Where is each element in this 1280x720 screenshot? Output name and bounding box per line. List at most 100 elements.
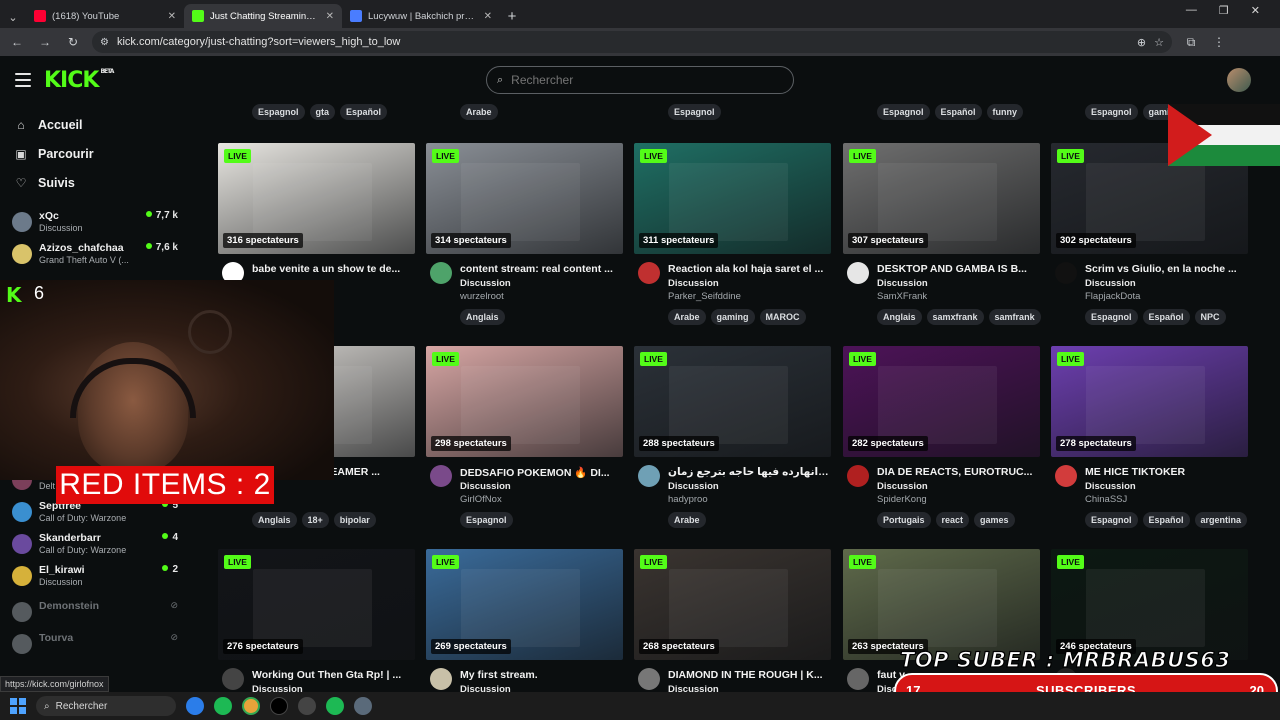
tag-chip[interactable]: samxfrank: [926, 309, 984, 325]
tag-chip[interactable]: Portugais: [877, 512, 931, 528]
streamer-avatar[interactable]: [430, 262, 452, 284]
back-icon[interactable]: ←: [8, 35, 26, 49]
extensions-icon[interactable]: ⧉: [1182, 35, 1200, 50]
streamer-avatar[interactable]: [430, 668, 452, 690]
url-text[interactable]: kick.com/category/just-chatting?sort=vie…: [117, 36, 1129, 48]
forward-icon[interactable]: →: [36, 35, 54, 49]
sidebar-nav-item[interactable]: ♡ Suivis: [14, 176, 75, 190]
sidebar-channel[interactable]: Demonstein ⊘: [12, 600, 178, 630]
search-input[interactable]: [511, 73, 772, 87]
stream-title[interactable]: babe venite a un show te de...: [252, 263, 414, 275]
stream-card[interactable]: LIVE 278 spectateurs ME HICE TIKTOKER Di…: [1051, 346, 1248, 528]
stream-title[interactable]: DIAMOND IN THE ROUGH | K...: [668, 669, 830, 681]
stream-title[interactable]: السيره انهارده فيها حاجه بترجع زمان 😍 ..…: [668, 466, 830, 478]
streamer-avatar[interactable]: [1055, 465, 1077, 487]
tab-close-icon[interactable]: ✕: [484, 11, 492, 22]
tag-chip[interactable]: NPC: [1194, 309, 1226, 325]
stream-thumbnail[interactable]: LIVE 314 spectateurs: [426, 143, 623, 254]
streamer-avatar[interactable]: [847, 262, 869, 284]
stream-card[interactable]: LIVE 288 spectateurs السيره انهارده فيها…: [634, 346, 831, 528]
streamer-avatar[interactable]: [1055, 262, 1077, 284]
tag-chip[interactable]: Espagnol: [1085, 104, 1138, 120]
browser-tab[interactable]: Lucywuw | Bakchich profile | Ba ✕: [342, 4, 500, 28]
stream-title[interactable]: ME HICE TIKTOKER: [1085, 466, 1247, 478]
streamer-avatar[interactable]: [430, 465, 452, 487]
sidebar-channel[interactable]: Skanderbarr Call of Duty: Warzone 4: [12, 532, 178, 562]
tag-chip[interactable]: Espagnol: [1085, 309, 1138, 325]
tag-chip[interactable]: 18+: [301, 512, 329, 528]
sidebar-channel[interactable]: Septfree Call of Duty: Warzone 5: [12, 500, 178, 530]
edge-icon[interactable]: [186, 697, 204, 715]
taskbar-search[interactable]: ⌕ Rechercher: [36, 696, 176, 716]
stream-category[interactable]: Discussion: [877, 481, 928, 492]
tag-chip[interactable]: Español: [340, 104, 388, 120]
stream-thumbnail[interactable]: LIVE 278 spectateurs: [1051, 346, 1248, 457]
tag-chip[interactable]: Arabe: [460, 104, 498, 120]
zoom-icon[interactable]: ⊕: [1137, 36, 1146, 49]
sidebar-channel[interactable]: El_kirawi Discussion 2: [12, 564, 178, 594]
sidebar-channel[interactable]: Azizos_chafchaa Grand Theft Auto V (... 7…: [12, 242, 178, 272]
kick-logo[interactable]: KICK BETA: [44, 68, 114, 93]
stream-thumbnail[interactable]: LIVE 268 spectateurs: [634, 549, 831, 660]
tag-chip[interactable]: Arabe: [668, 309, 706, 325]
tab-search-icon[interactable]: ⌄: [0, 6, 26, 28]
tag-chip[interactable]: bipolar: [333, 512, 376, 528]
stream-category[interactable]: Discussion: [460, 481, 511, 492]
browser-tab[interactable]: (1618) YouTube ✕: [26, 4, 184, 28]
stream-title[interactable]: My first stream.: [460, 669, 622, 681]
stream-title[interactable]: DESKTOP AND GAMBA IS B...: [877, 263, 1039, 275]
stream-card[interactable]: LIVE 269 spectateurs My first stream. Di…: [426, 549, 623, 694]
obs-icon[interactable]: [298, 697, 316, 715]
tag-chip[interactable]: games: [974, 512, 1015, 528]
stream-category[interactable]: Discussion: [668, 481, 719, 492]
tag-chip[interactable]: funny: [986, 104, 1024, 120]
streamer-avatar[interactable]: [222, 668, 244, 690]
sidebar-nav-item[interactable]: ▣ Parcourir: [14, 147, 93, 161]
minimize-icon[interactable]: —: [1186, 4, 1197, 17]
tag-chip[interactable]: samfrank: [988, 309, 1041, 325]
tag-chip[interactable]: Español: [934, 104, 982, 120]
stream-title[interactable]: Scrim vs Giulio, en la noche ...: [1085, 263, 1247, 275]
streamer-avatar[interactable]: [847, 465, 869, 487]
stream-card[interactable]: LIVE 311 spectateurs Reaction ala kol ha…: [634, 143, 831, 325]
stream-title[interactable]: Reaction ala kol haja saret el ...: [668, 263, 830, 275]
streamer-avatar[interactable]: [638, 262, 660, 284]
streamer-name[interactable]: SamXFrank: [877, 291, 927, 302]
stream-category[interactable]: Discussion: [877, 278, 928, 289]
new-tab-button[interactable]: +: [500, 4, 524, 28]
settings-gear-icon[interactable]: [354, 697, 372, 715]
stream-thumbnail[interactable]: LIVE 307 spectateurs: [843, 143, 1040, 254]
tag-chip[interactable]: react: [935, 512, 970, 528]
sidebar-channel[interactable]: Tourva ⊘: [12, 632, 178, 662]
sidebar-channel[interactable]: xQc Discussion 7,7 k: [12, 210, 178, 240]
browser-tab[interactable]: Just Chatting Streaming - Live S ✕: [184, 4, 342, 28]
tag-chip[interactable]: argentina: [1194, 512, 1248, 528]
stream-category[interactable]: Discussion: [668, 278, 719, 289]
url-field[interactable]: ⚙ kick.com/category/just-chatting?sort=v…: [92, 31, 1172, 53]
tag-chip[interactable]: Espagnol: [668, 104, 721, 120]
site-info-icon[interactable]: ⚙: [100, 37, 109, 48]
sidebar-nav-item[interactable]: ⌂ Accueil: [14, 118, 82, 132]
stream-thumbnail[interactable]: LIVE 263 spectateurs: [843, 549, 1040, 660]
stream-category[interactable]: Discussion: [1085, 278, 1136, 289]
tag-chip[interactable]: Espagnol: [877, 104, 930, 120]
stream-thumbnail[interactable]: LIVE 282 spectateurs: [843, 346, 1040, 457]
stream-title[interactable]: DEDSAFIO POKEMON 🔥 DI...: [460, 466, 622, 479]
tab-close-icon[interactable]: ✕: [168, 11, 176, 22]
stream-card[interactable]: LIVE 314 spectateurs content stream: rea…: [426, 143, 623, 325]
stream-category[interactable]: Discussion: [460, 278, 511, 289]
tag-chip[interactable]: Espagnol: [460, 512, 513, 528]
tag-chip[interactable]: Espagnol: [1085, 512, 1138, 528]
menu-dots-icon[interactable]: ⋮: [1210, 35, 1228, 49]
stream-card[interactable]: LIVE 298 spectateurs DEDSAFIO POKEMON 🔥 …: [426, 346, 623, 528]
reload-icon[interactable]: ↻: [64, 35, 82, 49]
stream-thumbnail[interactable]: LIVE 276 spectateurs: [218, 549, 415, 660]
stream-thumbnail[interactable]: LIVE 298 spectateurs: [426, 346, 623, 457]
streamer-name[interactable]: Parker_Seifddine: [668, 291, 741, 302]
stream-thumbnail[interactable]: LIVE 316 spectateurs: [218, 143, 415, 254]
streamer-name[interactable]: ChinaSSJ: [1085, 494, 1127, 505]
streamer-avatar[interactable]: [638, 668, 660, 690]
tag-chip[interactable]: Español: [1142, 309, 1190, 325]
search-box[interactable]: ⌕: [486, 66, 794, 94]
tag-chip[interactable]: Anglais: [252, 512, 297, 528]
